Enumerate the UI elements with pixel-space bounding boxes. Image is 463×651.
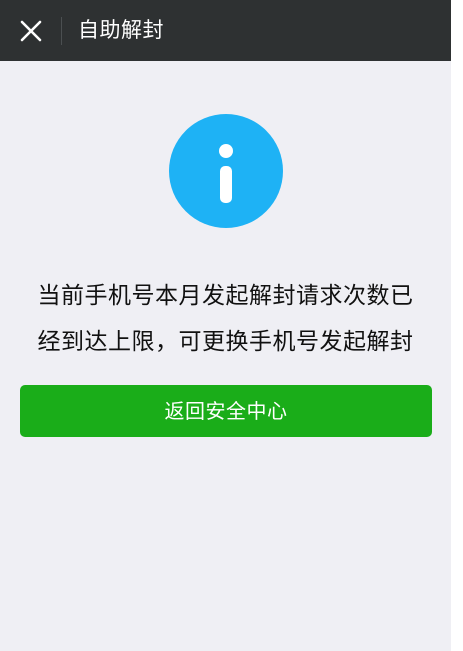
info-icon-bar	[220, 166, 232, 203]
edge-margin	[451, 0, 463, 651]
top-bar: 自助解封	[0, 0, 451, 61]
close-button[interactable]	[10, 10, 52, 52]
info-icon-dot	[219, 144, 233, 158]
status-message-line-1: 当前手机号本月发起解封请求次数已	[37, 283, 414, 309]
page-title: 自助解封	[78, 18, 164, 42]
back-to-security-center-button[interactable]: 返回安全中心	[20, 385, 432, 437]
status-message-line-2: 经到达上限，可更换手机号发起解封	[37, 329, 414, 355]
status-message: 当前手机号本月发起解封请求次数已 经到达上限，可更换手机号发起解封	[20, 273, 431, 365]
screen: 自助解封 当前手机号本月发起解封请求次数已 经到达上限，可更换手机号发起解封 返…	[0, 0, 451, 651]
info-icon	[169, 114, 283, 228]
close-icon	[20, 20, 42, 42]
header-divider	[61, 17, 62, 45]
